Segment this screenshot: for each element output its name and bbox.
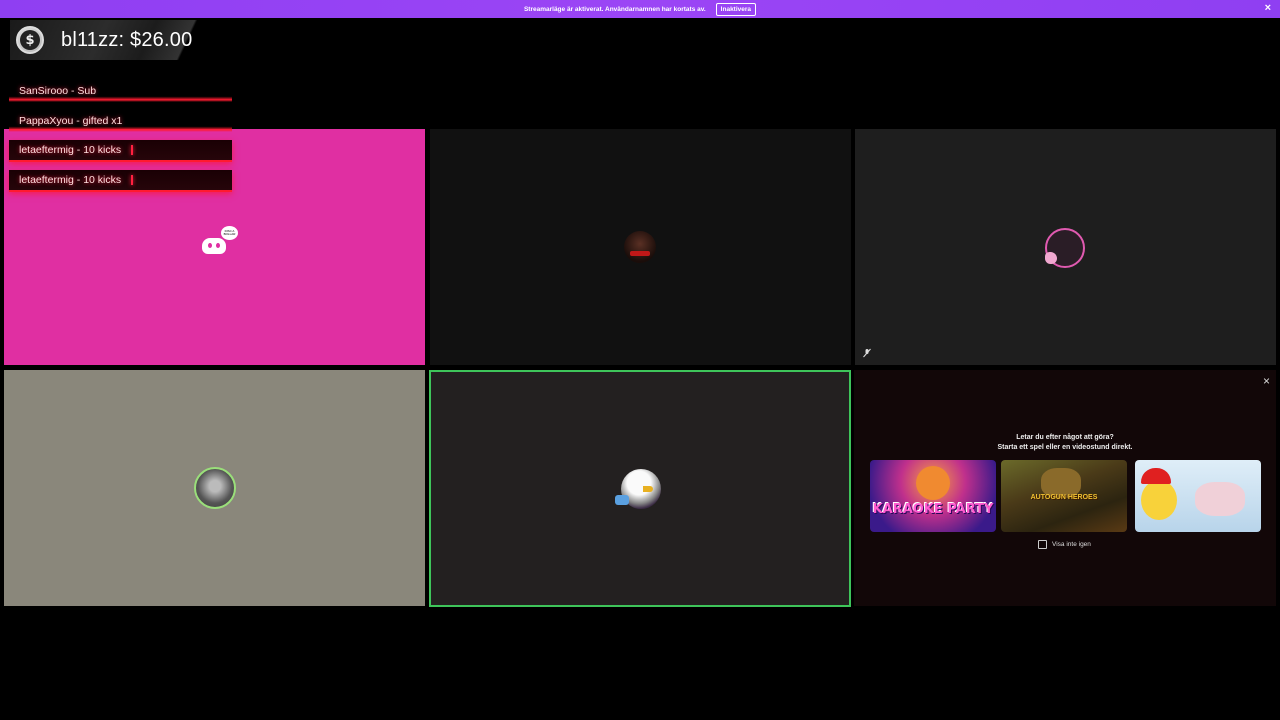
avatar <box>1045 228 1085 268</box>
video-tile-user-4[interactable] <box>4 370 425 606</box>
alert-item: PappaXyou - gifted x1 <box>9 110 232 132</box>
speech-bubble: DISC A BOLLAR <box>221 226 238 240</box>
activity-card-autogun[interactable]: AUTOGUN HEROES <box>1001 460 1127 532</box>
activity-suggestion-panel: × Letar du efter något att göra? Starta … <box>854 370 1276 606</box>
dont-show-again-checkbox[interactable]: Visa inte igen <box>1038 540 1091 549</box>
muted-mic-icon <box>863 348 871 358</box>
alert-item: letaeftermig - 10 kicks <box>9 140 232 162</box>
activity-title: Letar du efter något att göra? Starta et… <box>854 433 1276 453</box>
video-tile-user-5-speaking[interactable] <box>429 370 851 607</box>
avatar <box>624 231 656 263</box>
coin-icon: $ <box>16 26 44 54</box>
close-icon[interactable]: × <box>1263 374 1270 388</box>
donation-overlay: $ bl11zz: $26.00 <box>10 20 238 60</box>
spark-icon <box>131 145 134 155</box>
video-tile-user-2[interactable] <box>430 129 851 365</box>
spark-icon <box>131 175 134 185</box>
banner-close-icon[interactable]: × <box>1265 3 1271 14</box>
checkbox-label: Visa inte igen <box>1052 541 1091 548</box>
avatar <box>194 467 236 509</box>
streamer-mode-banner: Streamarläge är aktiverat. Användarnamne… <box>0 0 1280 18</box>
alert-item: SanSirooo - Sub <box>9 80 232 102</box>
activity-title-line-2: Starta ett spel eller en videostund dire… <box>997 444 1133 451</box>
activity-title-line-1: Letar du efter något att göra? <box>1016 434 1114 441</box>
activity-card-chicken[interactable] <box>1135 460 1261 532</box>
checkbox[interactable] <box>1038 540 1047 549</box>
disable-streamer-mode-button[interactable]: Inaktivera <box>715 2 757 16</box>
avatar <box>615 469 661 509</box>
card-title: KARAOKE PARTY <box>872 502 994 517</box>
video-tile-user-3[interactable] <box>855 129 1276 365</box>
alert-item: letaeftermig - 10 kicks <box>9 170 232 192</box>
donation-text: bl11zz: $26.00 <box>61 28 193 51</box>
banner-text: Streamarläge är aktiverat. Användarnamne… <box>523 5 706 13</box>
activity-card-karaoke[interactable]: KARAOKE PARTY <box>870 460 996 532</box>
card-title: AUTOGUN HEROES <box>1030 494 1098 501</box>
discord-logo-icon <box>202 236 228 256</box>
